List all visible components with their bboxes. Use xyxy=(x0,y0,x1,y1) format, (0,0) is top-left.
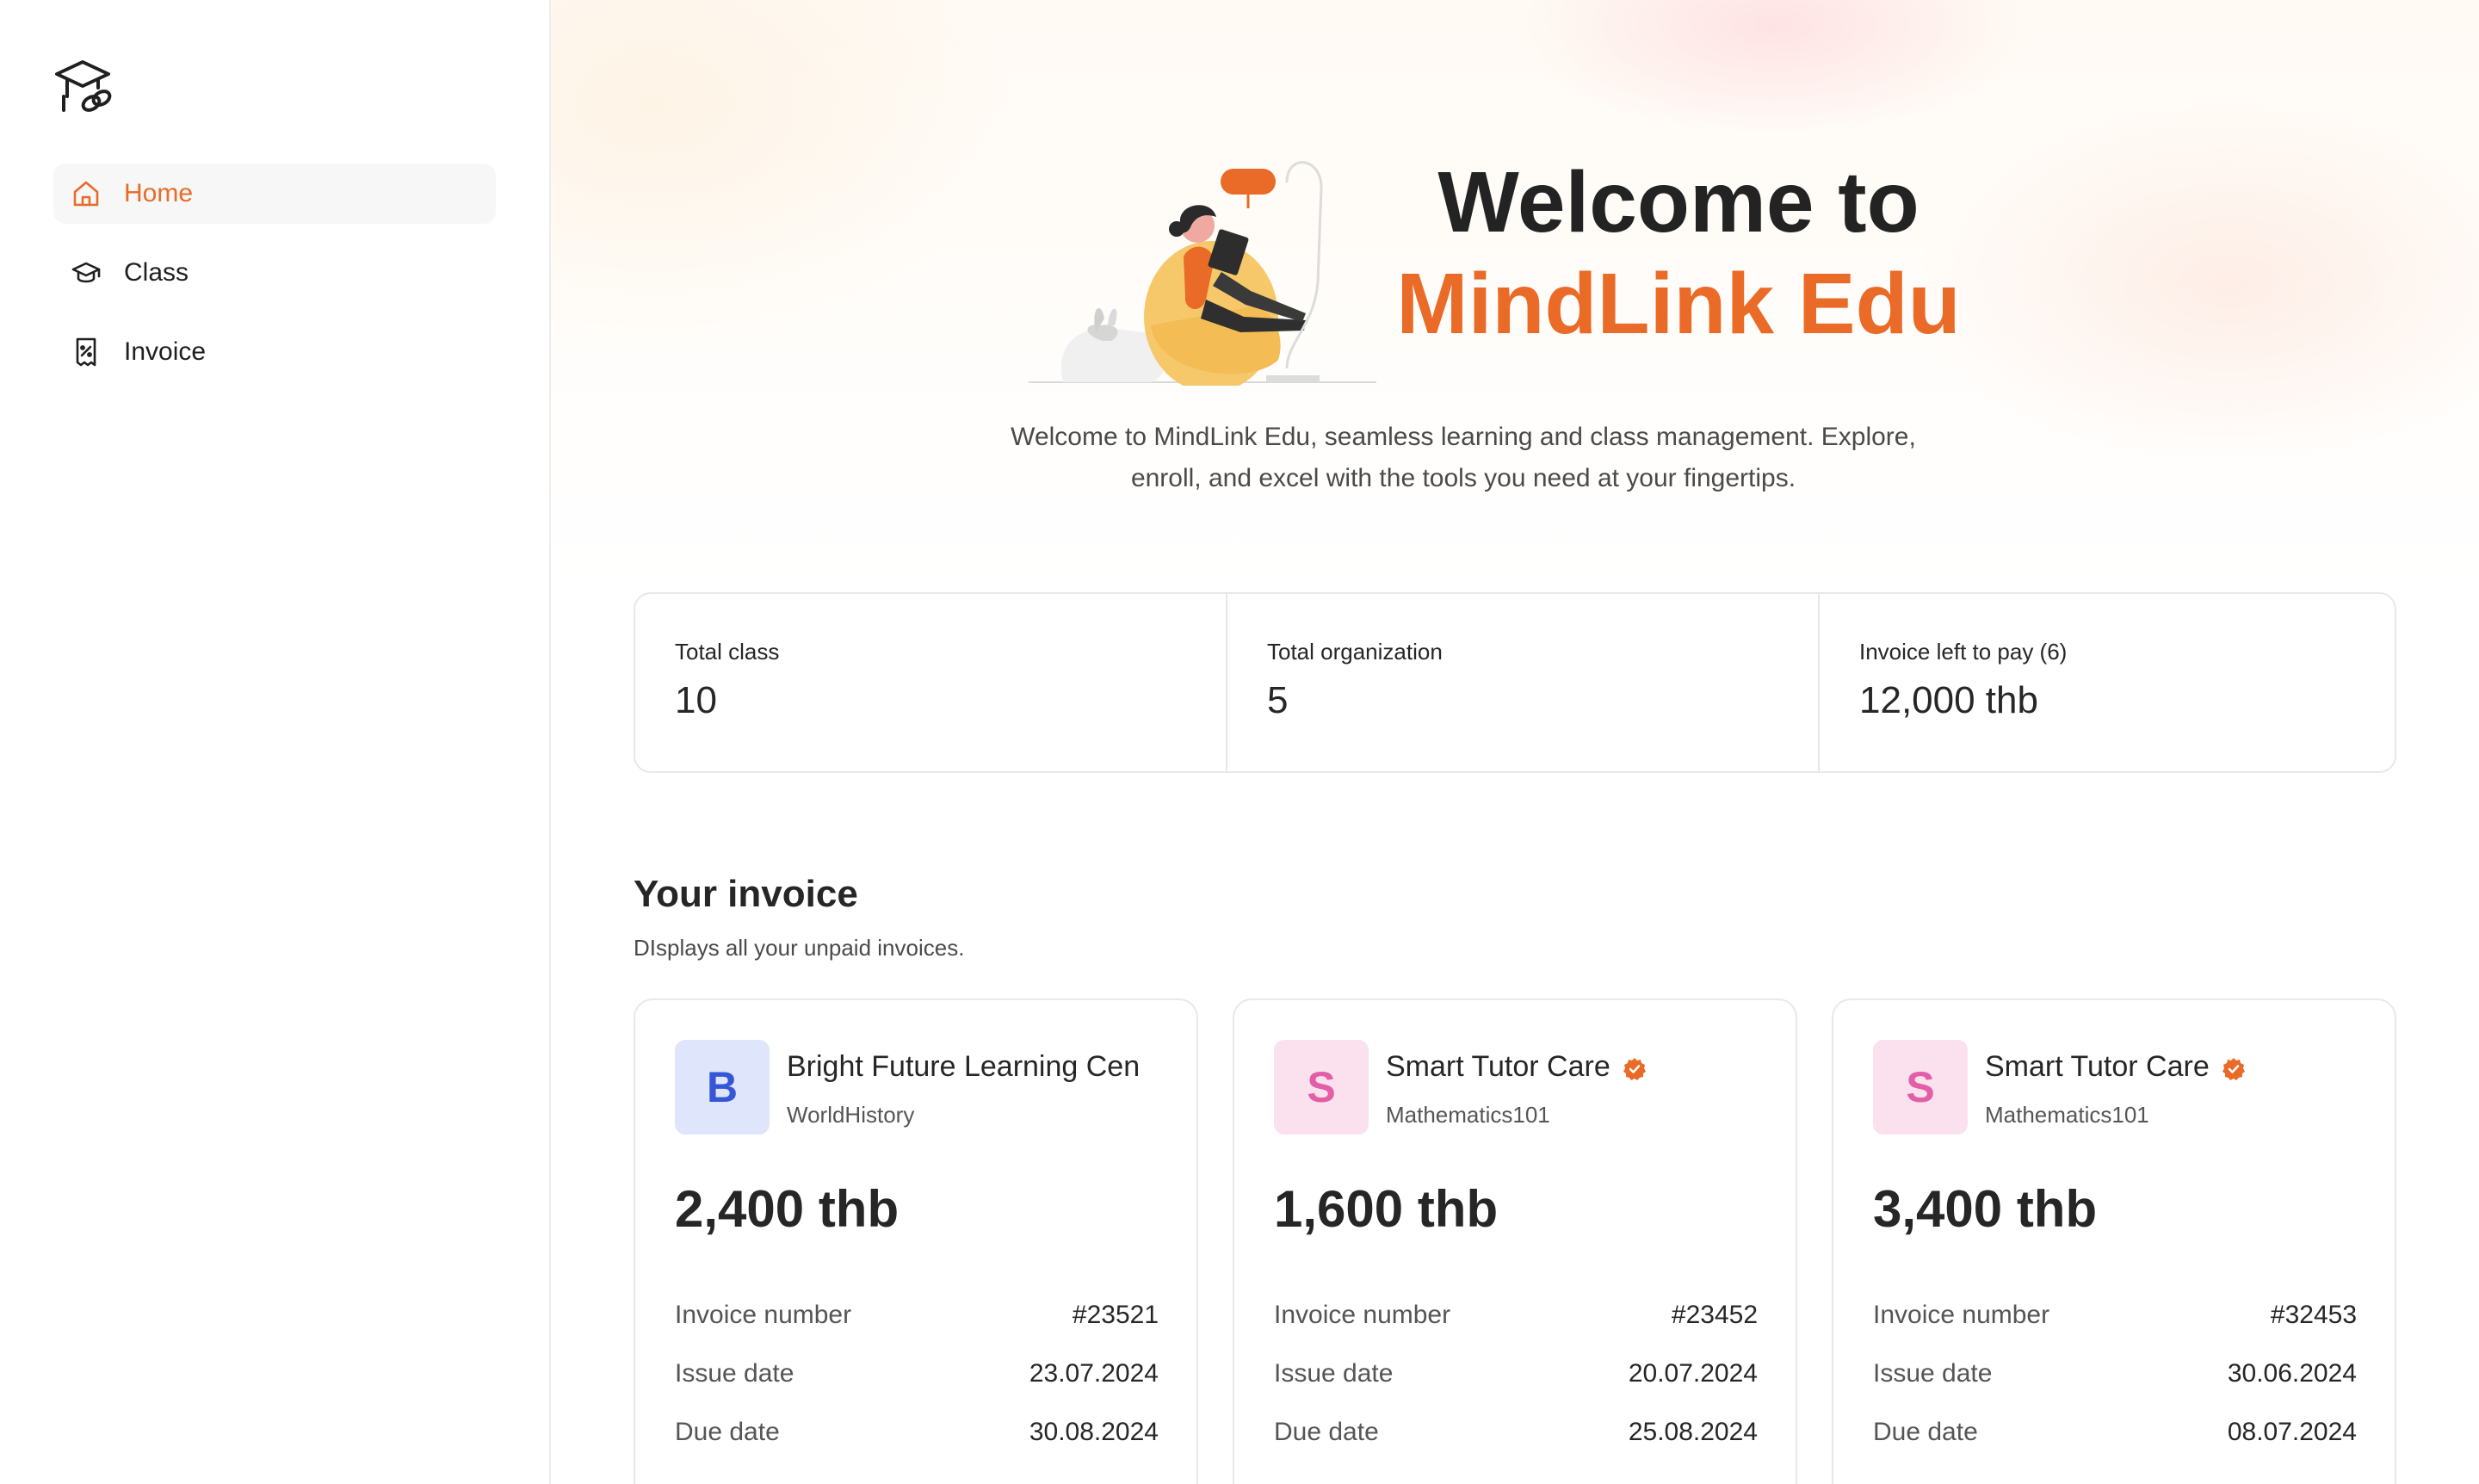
invoice-details: Invoice number #23452 Issue date 20.07.2… xyxy=(1274,1286,1758,1462)
hero-subtitle: Welcome to MindLink Edu, seamless learni… xyxy=(998,417,1928,499)
sidebar-item-home[interactable]: Home xyxy=(53,164,496,224)
invoice-number-value: #23521 xyxy=(1072,1301,1159,1329)
invoice-number-label: Invoice number xyxy=(1873,1301,2050,1329)
class-name: Mathematics101 xyxy=(1386,1102,1550,1128)
hero-subtitle-line-2: enroll, and excel with the tools you nee… xyxy=(1130,464,1796,492)
stat-value: 10 xyxy=(675,679,717,721)
issue-date-row: Issue date 30.06.2024 xyxy=(1873,1345,2357,1403)
issue-date-row: Issue date 20.07.2024 xyxy=(1274,1345,1758,1403)
issue-date-value: 30.06.2024 xyxy=(2227,1359,2357,1388)
graduation-cap-link-icon[interactable] xyxy=(52,53,121,115)
main-content: Welcome to MindLink Edu Welcome to MindL… xyxy=(551,0,2479,1484)
organization-name-text: Smart Tutor Care xyxy=(1985,1050,2210,1083)
due-date-label: Due date xyxy=(675,1418,780,1446)
sidebar-item-label: Home xyxy=(124,179,194,207)
reading-illustration xyxy=(1029,119,1390,393)
sidebar-nav: Home Class Invoice xyxy=(53,164,496,401)
page-title: Welcome to MindLink Edu xyxy=(1377,151,1980,355)
due-date-label: Due date xyxy=(1873,1418,1978,1446)
due-date-row: Due date 30.08.2024 xyxy=(675,1403,1159,1462)
due-date-row: Due date 25.08.2024 xyxy=(1274,1403,1758,1462)
invoice-number-value: #23452 xyxy=(1671,1301,1758,1329)
stat-total-class: Total class 10 xyxy=(635,594,1226,771)
invoice-section-title: Your invoice xyxy=(634,873,858,915)
class-name: Mathematics101 xyxy=(1985,1102,2149,1128)
sidebar-item-label: Invoice xyxy=(124,337,207,366)
invoice-amount: 3,400 thb xyxy=(1873,1180,2098,1238)
invoice-amount: 2,400 thb xyxy=(675,1180,899,1238)
due-date-row: Due date 08.07.2024 xyxy=(1873,1403,2357,1462)
issue-date-value: 20.07.2024 xyxy=(1628,1359,1758,1388)
verified-badge-icon xyxy=(2222,1055,2246,1080)
stat-total-organization: Total organization 5 xyxy=(1226,594,1818,771)
stat-invoice-left: Invoice left to pay (6) 12,000 thb xyxy=(1818,594,2395,771)
due-date-value: 30.08.2024 xyxy=(1029,1418,1159,1446)
invoice-number-row: Invoice number #23521 xyxy=(675,1286,1159,1345)
stat-label: Total class xyxy=(675,639,780,665)
invoice-amount: 1,600 thb xyxy=(1274,1180,1499,1238)
title-line-2: MindLink Edu xyxy=(1396,256,1961,352)
graduation-cap-icon xyxy=(69,256,103,290)
organization-name: Smart Tutor Care xyxy=(1386,1050,1647,1084)
receipt-percent-icon xyxy=(69,335,103,369)
hero-subtitle-line-1: Welcome to MindLink Edu, seamless learni… xyxy=(1011,423,1916,451)
stat-label: Invoice left to pay (6) xyxy=(1859,639,2068,665)
stat-value: 5 xyxy=(1267,679,1289,721)
sidebar-item-invoice[interactable]: Invoice xyxy=(53,322,496,382)
invoice-card[interactable]: S Smart Tutor Care Mathematics101 1,600 … xyxy=(1233,999,1797,1484)
issue-date-row: Issue date 23.07.2024 xyxy=(675,1345,1159,1403)
avatar: S xyxy=(1873,1040,1968,1135)
due-date-value: 08.07.2024 xyxy=(2227,1418,2357,1446)
invoice-section-subtitle: DIsplays all your unpaid invoices. xyxy=(634,935,965,961)
title-line-1: Welcome to xyxy=(1437,154,1920,250)
verified-badge-icon xyxy=(1623,1055,1647,1080)
class-name: WorldHistory xyxy=(787,1102,915,1128)
issue-date-label: Issue date xyxy=(675,1359,794,1388)
invoice-number-value: #32453 xyxy=(2270,1301,2357,1329)
avatar: S xyxy=(1274,1040,1369,1135)
organization-name-text: Smart Tutor Care xyxy=(1386,1050,1610,1083)
due-date-label: Due date xyxy=(1274,1418,1379,1446)
sidebar-item-label: Class xyxy=(124,258,189,287)
invoice-number-label: Invoice number xyxy=(1274,1301,1451,1329)
invoice-number-row: Invoice number #32453 xyxy=(1873,1286,2357,1345)
sidebar-item-class[interactable]: Class xyxy=(53,243,496,303)
invoice-details: Invoice number #23521 Issue date 23.07.2… xyxy=(675,1286,1159,1462)
stats-panel: Total class 10 Total organization 5 Invo… xyxy=(634,592,2396,773)
organization-name: Smart Tutor Care xyxy=(1985,1050,2246,1084)
stat-label: Total organization xyxy=(1267,639,1443,665)
avatar: B xyxy=(675,1040,770,1135)
invoice-card[interactable]: S Smart Tutor Care Mathematics101 3,400 … xyxy=(1832,999,2396,1484)
organization-name: Bright Future Learning Cen xyxy=(787,1050,1140,1084)
home-icon xyxy=(69,176,103,211)
issue-date-label: Issue date xyxy=(1274,1359,1394,1388)
issue-date-value: 23.07.2024 xyxy=(1029,1359,1159,1388)
organization-name-text: Bright Future Learning Cen xyxy=(787,1050,1141,1083)
sidebar: Home Class Invoice xyxy=(0,0,551,1484)
issue-date-label: Issue date xyxy=(1873,1359,1993,1388)
invoice-number-label: Invoice number xyxy=(675,1301,852,1329)
invoice-number-row: Invoice number #23452 xyxy=(1274,1286,1758,1345)
due-date-value: 25.08.2024 xyxy=(1628,1418,1758,1446)
invoice-details: Invoice number #32453 Issue date 30.06.2… xyxy=(1873,1286,2357,1462)
invoice-card[interactable]: B Bright Future Learning Cen WorldHistor… xyxy=(634,999,1198,1484)
app: Home Class Invoice Welcome to MindLink E… xyxy=(0,0,2479,1484)
stat-value: 12,000 thb xyxy=(1859,679,2038,721)
